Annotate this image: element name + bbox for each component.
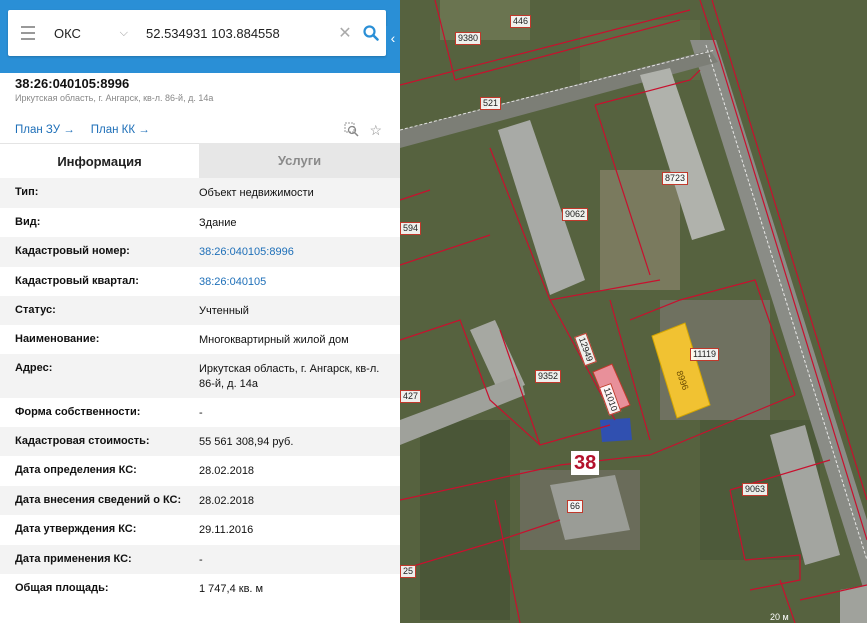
tab-bar: Информация Услуги	[0, 143, 400, 178]
parcel-label: 8723	[662, 172, 689, 185]
attribute-row: Кадастровый номер: 38:26:040105:8996	[0, 237, 400, 267]
object-type-value: ОКС	[54, 25, 81, 41]
parcel-label: 427	[400, 390, 422, 403]
cadastral-map[interactable]: 446 9380 521 9062 8723 594 11119 8996 93…	[400, 0, 867, 623]
plan-zu-link[interactable]: План ЗУ →	[15, 124, 75, 136]
collapse-panel-button[interactable]: ‹	[386, 26, 400, 50]
attribute-key: Дата применения КС:	[15, 553, 132, 565]
attribute-row: Наименование: Многоквартирный жилой дом	[0, 325, 400, 354]
map-imagery	[400, 0, 867, 623]
attribute-value: Учтенный	[199, 305, 249, 317]
attribute-value: -	[199, 407, 203, 419]
object-type-select[interactable]: ОКС ⌵	[48, 26, 138, 41]
attribute-key: Статус:	[15, 304, 56, 316]
cadastral-quarter-link[interactable]: 38:26:040105	[199, 275, 389, 296]
quarter-label: 38	[571, 451, 600, 475]
attribute-row: Вид: Здание	[0, 208, 400, 237]
attribute-row: Дата внесения сведений о КС: 28.02.2018	[0, 486, 400, 515]
object-address: Иркутская область, г. Ангарск, кв-л. 86-…	[15, 93, 214, 103]
attribute-row: Статус: Учтенный	[0, 296, 400, 325]
attribute-row: Дата определения КС: 28.02.2018	[0, 456, 400, 486]
tab-services[interactable]: Услуги	[199, 143, 400, 178]
attribute-value: 1 747,4 кв. м	[199, 583, 264, 595]
attribute-value: 29.11.2016	[199, 524, 254, 536]
object-header: 38:26:040105:8996 Иркутская область, г. …	[0, 73, 400, 143]
attribute-row: Дата утверждения КС: 29.11.2016	[0, 515, 400, 545]
parcel-label: 25	[400, 565, 417, 578]
attribute-key: Форма собственности:	[15, 406, 141, 418]
attribute-row: Дата применения КС: -	[0, 545, 400, 574]
attribute-row: Адрес: Иркутская область, г. Ангарск, кв-…	[0, 354, 400, 398]
plan-kk-link[interactable]: План КК →	[91, 124, 150, 136]
attribute-key: Кадастровый номер:	[15, 245, 130, 257]
attribute-key: Кадастровый квартал:	[15, 275, 139, 287]
attribute-value: Здание	[199, 217, 237, 229]
search-box: ОКС ⌵ 52.534931 103.884558 ✕	[8, 10, 386, 56]
tab-information[interactable]: Информация	[0, 143, 199, 178]
map-scale: 20 м	[770, 612, 789, 622]
attribute-key: Дата определения КС:	[15, 464, 137, 476]
attribute-value: Иркутская область, г. Ангарск, кв-л. 86-…	[199, 363, 380, 390]
attribute-value: 28.02.2018	[199, 495, 255, 507]
arrow-right-icon: →	[138, 124, 150, 136]
attribute-key: Тип:	[15, 186, 39, 198]
attributes-table: Тип: Объект недвижимости Вид: Здание Кадас…	[0, 178, 400, 604]
info-panel: ОКС ⌵ 52.534931 103.884558 ✕ ‹ 38:26:040…	[0, 0, 400, 623]
parcel-label: 66	[567, 500, 584, 513]
attribute-key: Кадастровая стоимость:	[15, 435, 150, 447]
parcel-label: 9062	[562, 208, 589, 221]
parcel-label: 9352	[535, 370, 562, 383]
attribute-value: -	[199, 554, 203, 566]
attribute-key: Дата внесения сведений о КС:	[15, 494, 182, 506]
search-input[interactable]: 52.534931 103.884558	[138, 26, 334, 41]
search-bar: ОКС ⌵ 52.534931 103.884558 ✕ ‹	[0, 0, 400, 73]
hamburger-menu-icon[interactable]	[8, 24, 48, 42]
attribute-value: 55 561 308,94 руб.	[199, 436, 294, 448]
attribute-row: Форма собственности: -	[0, 398, 400, 427]
parcel-label: 9380	[455, 32, 482, 45]
search-icon[interactable]	[356, 25, 386, 41]
attribute-value: Многоквартирный жилой дом	[199, 334, 349, 346]
attribute-key: Общая площадь:	[15, 582, 109, 594]
parcel-label: 9063	[742, 483, 769, 496]
cadastral-number-link[interactable]: 38:26:040105:8996	[199, 245, 389, 267]
parcel-label: 446	[510, 15, 532, 28]
attribute-key: Дата утверждения КС:	[15, 523, 137, 535]
attribute-value: 28.02.2018	[199, 465, 255, 477]
chevron-down-icon: ⌵	[119, 26, 128, 39]
attribute-row: Тип: Объект недвижимости	[0, 178, 400, 208]
attribute-key: Наименование:	[15, 333, 100, 345]
attribute-row: Кадастровый квартал: 38:26:040105	[0, 267, 400, 296]
parcel-label: 11119	[690, 348, 720, 361]
plan-kk-label: План КК	[90, 124, 136, 136]
attribute-row: Общая площадь: 1 747,4 кв. м	[0, 574, 400, 604]
parcel-label: 521	[480, 97, 502, 110]
attribute-key: Адрес:	[15, 362, 53, 374]
star-icon[interactable]: ☆	[369, 122, 382, 140]
zoom-to-object-icon[interactable]	[344, 122, 359, 140]
attribute-value: Объект недвижимости	[199, 187, 314, 199]
attribute-key: Вид:	[15, 216, 41, 228]
object-number: 38:26:040105:8996	[15, 76, 130, 91]
attribute-row: Кадастровая стоимость: 55 561 308,94 руб.	[0, 427, 400, 456]
parcel-label: 594	[400, 222, 422, 235]
arrow-right-icon: →	[63, 124, 75, 136]
close-icon[interactable]: ✕	[334, 23, 356, 43]
plan-zu-label: План ЗУ	[15, 124, 61, 136]
